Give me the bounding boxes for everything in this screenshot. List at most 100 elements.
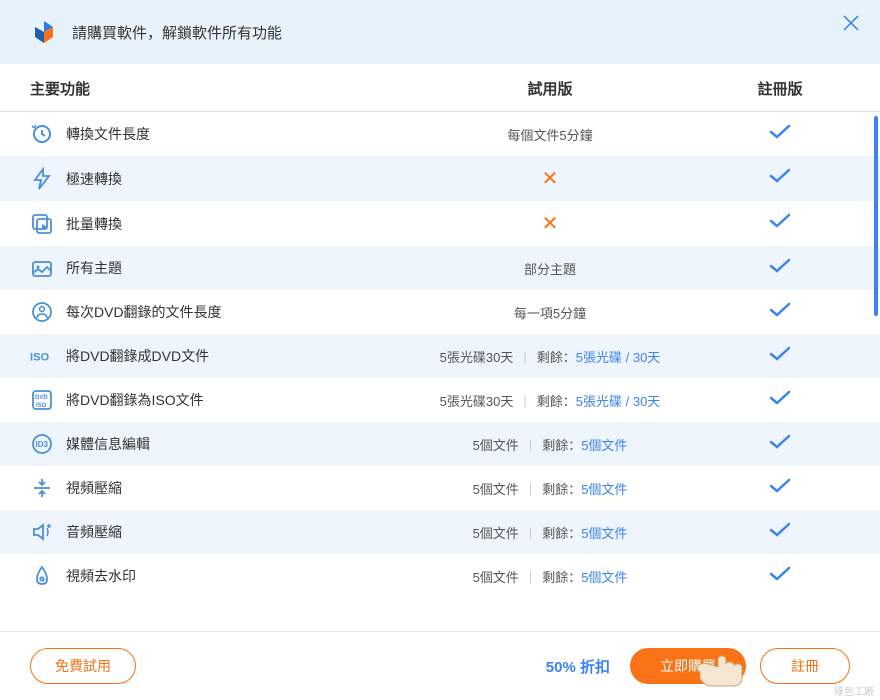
separator: | <box>529 437 532 452</box>
trial-cell: ✕ <box>390 211 710 236</box>
footer-bar: 免費試用 50% 折扣 立即購買 註冊 <box>0 631 880 700</box>
column-trial: 試用版 <box>390 78 710 99</box>
feature-cell: 視頻去水印 <box>30 564 390 588</box>
check-icon <box>768 127 792 144</box>
registered-cell <box>710 478 850 499</box>
feature-table: 轉換文件長度每個文件5分鐘極速轉換 ✕ 批量轉換 ✕ 所有主題部分主題每次DVD翻錄的文… <box>0 112 880 598</box>
column-feature: 主要功能 <box>30 78 390 99</box>
app-logo-icon <box>30 18 58 46</box>
buy-now-button[interactable]: 立即購買 <box>630 648 746 684</box>
trial-cell: 5個文件|剩餘：5個文件 <box>390 435 710 454</box>
check-icon <box>768 393 792 410</box>
remain-label: 剩餘： <box>542 479 581 498</box>
scrollbar[interactable] <box>874 116 878 316</box>
registered-cell <box>710 566 850 587</box>
feature-cell: 視頻壓縮 <box>30 476 390 500</box>
trial-cell: 部分主題 <box>390 259 710 278</box>
svg-text:ISO: ISO <box>30 351 50 363</box>
register-button[interactable]: 註冊 <box>760 648 850 684</box>
check-icon <box>768 216 792 233</box>
feature-label: 媒體信息編輯 <box>66 434 150 454</box>
table-row: 每次DVD翻錄的文件長度 每一項5分鐘 <box>0 290 880 334</box>
check-icon <box>768 481 792 498</box>
watermark-icon <box>30 564 54 588</box>
table-header: 主要功能 試用版 註冊版 <box>0 64 880 112</box>
remain-label: 剩餘： <box>542 435 581 454</box>
check-icon <box>768 261 792 278</box>
svg-text:DVD: DVD <box>35 395 48 401</box>
trial-cell: 每個文件5分鐘 <box>390 125 710 144</box>
header-title: 請購買軟件，解鎖軟件所有功能 <box>72 22 282 43</box>
separator: | <box>529 525 532 540</box>
trial-text: 每一項5分鐘 <box>514 303 586 322</box>
iso-icon: ISO <box>30 344 54 368</box>
discount-label: 50% 折扣 <box>546 656 610 677</box>
trial-main-text: 5張光碟30天 <box>440 347 514 366</box>
registered-cell <box>710 124 850 145</box>
feature-cell: ISO 將DVD翻錄成DVD文件 <box>30 344 390 368</box>
svg-text:ISO: ISO <box>36 403 47 409</box>
feature-cell: DVD ISO 將DVD翻錄為ISO文件 <box>30 388 390 412</box>
trial-cell: 5個文件|剩餘：5個文件 <box>390 523 710 542</box>
feature-label: 極速轉換 <box>66 169 122 189</box>
dvd-person-icon <box>30 300 54 324</box>
free-trial-button[interactable]: 免費試用 <box>30 648 136 684</box>
themes-icon <box>30 256 54 280</box>
trial-main-text: 5個文件 <box>473 567 519 586</box>
feature-label: 將DVD翻錄成DVD文件 <box>66 346 209 366</box>
trial-main-text: 5個文件 <box>473 435 519 454</box>
feature-label: 批量轉換 <box>66 214 122 234</box>
feature-label: 音頻壓縮 <box>66 522 122 542</box>
registered-cell <box>710 346 850 367</box>
feature-cell: 所有主題 <box>30 256 390 280</box>
table-row: ISO將DVD翻錄成DVD文件5張光碟30天|剩餘：5張光碟 / 30天 <box>0 334 880 378</box>
check-icon <box>768 305 792 322</box>
registered-cell <box>710 522 850 543</box>
separator: | <box>523 393 526 408</box>
check-icon <box>768 525 792 542</box>
feature-cell: 音頻壓縮 <box>30 520 390 544</box>
id3-icon: ID3 <box>30 432 54 456</box>
feature-label: 視頻壓縮 <box>66 478 122 498</box>
clock-cycle-icon <box>30 122 54 146</box>
feature-label: 每次DVD翻錄的文件長度 <box>66 302 222 322</box>
remain-value: 5張光碟 / 30天 <box>576 391 661 410</box>
separator: | <box>523 349 526 364</box>
cross-icon: ✕ <box>542 166 559 191</box>
trial-cell: 5張光碟30天|剩餘：5張光碟 / 30天 <box>390 347 710 366</box>
table-row: 音頻壓縮5個文件|剩餘：5個文件 <box>0 510 880 554</box>
remain-value: 5個文件 <box>581 523 627 542</box>
feature-label: 將DVD翻錄為ISO文件 <box>66 390 204 410</box>
remain-value: 5個文件 <box>581 479 627 498</box>
remain-value: 5個文件 <box>581 567 627 586</box>
remain-value: 5個文件 <box>581 435 627 454</box>
batch-icon <box>30 212 54 236</box>
video-compress-icon <box>30 476 54 500</box>
table-row: 批量轉換 ✕ <box>0 201 880 246</box>
cross-icon: ✕ <box>542 211 559 236</box>
dvd-iso-icon: DVD ISO <box>30 388 54 412</box>
feature-cell: 每次DVD翻錄的文件長度 <box>30 300 390 324</box>
trial-main-text: 5個文件 <box>473 479 519 498</box>
registered-cell <box>710 390 850 411</box>
trial-cell: 5個文件|剩餘：5個文件 <box>390 567 710 586</box>
table-row: 轉換文件長度每個文件5分鐘 <box>0 112 880 156</box>
trial-cell: ✕ <box>390 166 710 191</box>
trial-main-text: 5個文件 <box>473 523 519 542</box>
trial-cell: 每一項5分鐘 <box>390 303 710 322</box>
table-row: ID3媒體信息編輯5個文件|剩餘：5個文件 <box>0 422 880 466</box>
trial-text: 每個文件5分鐘 <box>507 125 592 144</box>
table-row: 視頻去水印5個文件|剩餘：5個文件 <box>0 554 880 598</box>
column-registered: 註冊版 <box>710 78 850 99</box>
lightning-icon <box>30 167 54 191</box>
trial-main-text: 5張光碟30天 <box>440 391 514 410</box>
registered-cell <box>710 302 850 323</box>
close-icon[interactable] <box>842 14 860 32</box>
feature-cell: ID3 媒體信息編輯 <box>30 432 390 456</box>
table-row: DVD ISO 將DVD翻錄為ISO文件 5張光碟30天 | 剩餘：5張光碟 / 30天 <box>0 378 880 422</box>
remain-label: 剩餘： <box>537 391 576 410</box>
table-row: 視頻壓縮5個文件|剩餘：5個文件 <box>0 466 880 510</box>
remain-value: 5張光碟 / 30天 <box>576 347 661 366</box>
remain-label: 剩餘： <box>542 567 581 586</box>
registered-cell <box>710 258 850 279</box>
